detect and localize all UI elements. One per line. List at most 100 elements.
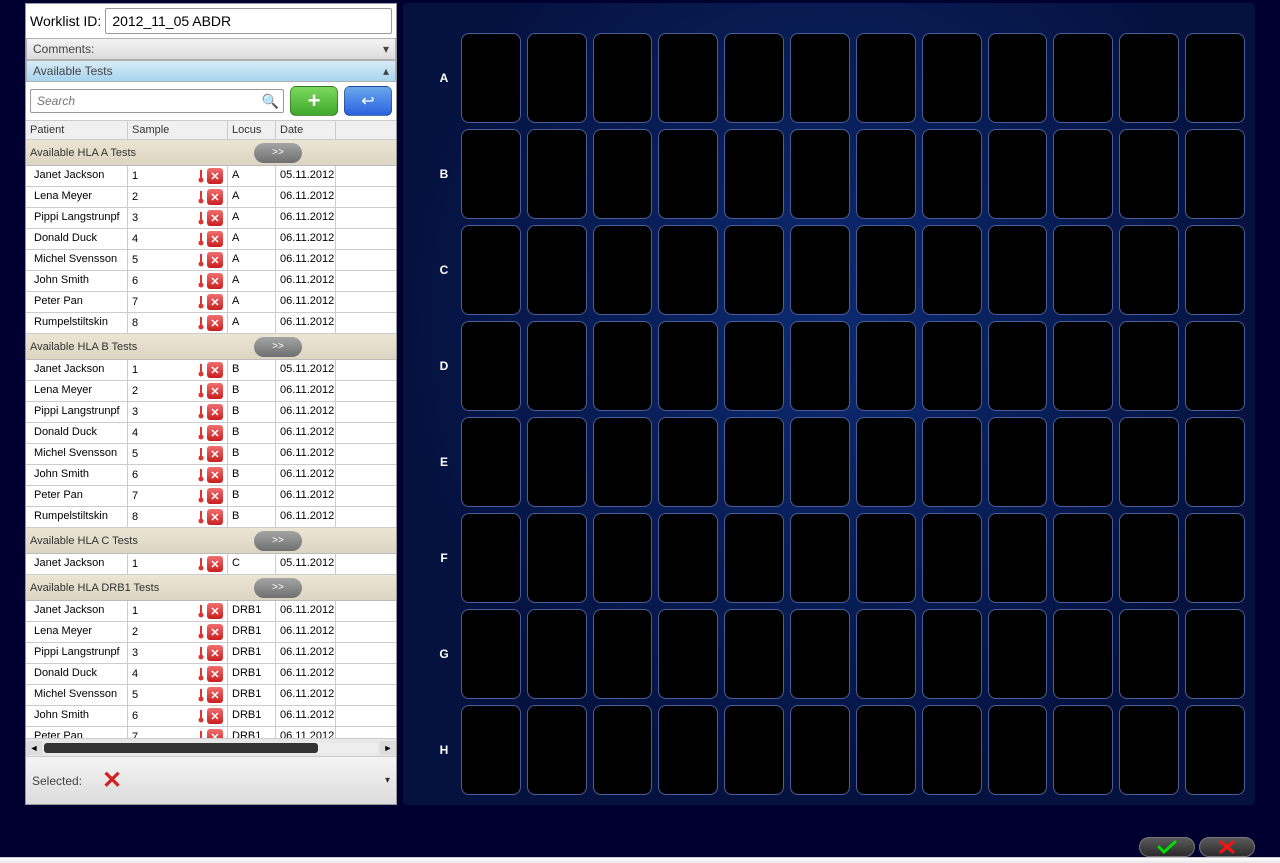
plate-well[interactable] [922,225,982,315]
thermometer-icon[interactable] [197,190,205,204]
col-header-date[interactable]: Date [276,121,336,139]
delete-row-button[interactable]: ✕ [207,467,223,483]
plate-well[interactable] [527,33,587,123]
table-row[interactable]: Lena Meyer2✕A06.11.2012 [26,187,396,208]
plate-well[interactable] [790,321,850,411]
delete-row-button[interactable]: ✕ [207,425,223,441]
plate-well[interactable] [658,321,718,411]
plate-well[interactable] [593,225,653,315]
plate-well[interactable] [922,417,982,507]
assign-all-button[interactable]: >> [254,143,302,163]
thermometer-icon[interactable] [197,211,205,225]
import-button[interactable]: ↩ [344,86,392,116]
plate-well[interactable] [988,513,1048,603]
table-row[interactable]: Lena Meyer2✕B06.11.2012 [26,381,396,402]
delete-row-button[interactable]: ✕ [207,687,223,703]
assign-all-button[interactable]: >> [254,337,302,357]
thermometer-icon[interactable] [197,232,205,246]
table-row[interactable]: John Smith6✕A06.11.2012 [26,271,396,292]
plate-well[interactable] [1185,417,1245,507]
delete-row-button[interactable]: ✕ [207,624,223,640]
table-row[interactable]: Janet Jackson1✕C05.11.2012 [26,554,396,575]
table-row[interactable]: Peter Pan7✕B06.11.2012 [26,486,396,507]
plate-well[interactable] [658,129,718,219]
plate-well[interactable] [1119,321,1179,411]
plate-well[interactable] [1119,33,1179,123]
table-row[interactable]: Donald Duck4✕A06.11.2012 [26,229,396,250]
plate-well[interactable] [988,417,1048,507]
plate-well[interactable] [1119,609,1179,699]
plate-well[interactable] [724,321,784,411]
plate-well[interactable] [724,225,784,315]
delete-row-button[interactable]: ✕ [207,383,223,399]
thermometer-icon[interactable] [197,295,205,309]
plate-well[interactable] [461,129,521,219]
plate-well[interactable] [593,33,653,123]
table-row[interactable]: Rumpelstiltskin8✕B06.11.2012 [26,507,396,528]
plate-well[interactable] [527,513,587,603]
thermometer-icon[interactable] [197,253,205,267]
thermometer-icon[interactable] [197,426,205,440]
delete-row-button[interactable]: ✕ [207,603,223,619]
table-row[interactable]: Rumpelstiltskin8✕A06.11.2012 [26,313,396,334]
selected-panel[interactable]: Selected: ✕ ▾ [26,756,396,804]
plate-well[interactable] [1053,33,1113,123]
delete-row-button[interactable]: ✕ [207,556,223,572]
ok-button[interactable] [1139,837,1195,857]
plate-well[interactable] [1053,609,1113,699]
plate-well[interactable] [988,609,1048,699]
table-row[interactable]: Donald Duck4✕B06.11.2012 [26,423,396,444]
table-row[interactable]: Pippi Langstrunpf3✕A06.11.2012 [26,208,396,229]
worklist-id-input[interactable] [105,8,392,34]
plate-well[interactable] [724,609,784,699]
plate-well[interactable] [593,513,653,603]
scroll-right-icon[interactable]: ► [380,741,396,755]
horizontal-scrollbar[interactable]: ◄ ► [26,738,396,756]
plate-well[interactable] [658,33,718,123]
search-input[interactable] [35,90,262,112]
plate-well[interactable] [1185,225,1245,315]
delete-row-button[interactable]: ✕ [207,509,223,525]
plate-well[interactable] [1185,609,1245,699]
plate-well[interactable] [527,609,587,699]
thermometer-icon[interactable] [197,447,205,461]
plate-well[interactable] [856,513,916,603]
thermometer-icon[interactable] [197,489,205,503]
plate-well[interactable] [922,609,982,699]
thermometer-icon[interactable] [197,557,205,571]
plate-well[interactable] [461,33,521,123]
plate-well[interactable] [461,609,521,699]
plate-well[interactable] [790,225,850,315]
plate-well[interactable] [1119,225,1179,315]
plate-well[interactable] [1185,705,1245,795]
thermometer-icon[interactable] [197,667,205,681]
plate-well[interactable] [988,321,1048,411]
plate-well[interactable] [1053,321,1113,411]
plate-well[interactable] [593,609,653,699]
plate-well[interactable] [724,705,784,795]
plate-well[interactable] [461,225,521,315]
table-row[interactable]: Peter Pan7✕DRB106.11.2012 [26,727,396,738]
plate-well[interactable] [593,417,653,507]
cancel-button[interactable] [1199,837,1255,857]
delete-row-button[interactable]: ✕ [207,252,223,268]
comments-header[interactable]: Comments: ▾ [26,38,396,60]
plate-well[interactable] [790,129,850,219]
plate-well[interactable] [724,513,784,603]
thermometer-icon[interactable] [197,688,205,702]
plate-well[interactable] [1119,129,1179,219]
plate-well[interactable] [527,321,587,411]
col-header-patient[interactable]: Patient [26,121,128,139]
plate-well[interactable] [922,321,982,411]
table-row[interactable]: Janet Jackson1✕B05.11.2012 [26,360,396,381]
plate-well[interactable] [527,417,587,507]
plate-well[interactable] [461,321,521,411]
search-icon[interactable]: 🔍 [262,93,279,110]
plate-well[interactable] [658,513,718,603]
plate-well[interactable] [1053,513,1113,603]
plate-well[interactable] [527,225,587,315]
available-tests-header[interactable]: Available Tests ▴ [26,60,396,82]
plate-well[interactable] [593,705,653,795]
table-row[interactable]: John Smith6✕DRB106.11.2012 [26,706,396,727]
assign-all-button[interactable]: >> [254,531,302,551]
